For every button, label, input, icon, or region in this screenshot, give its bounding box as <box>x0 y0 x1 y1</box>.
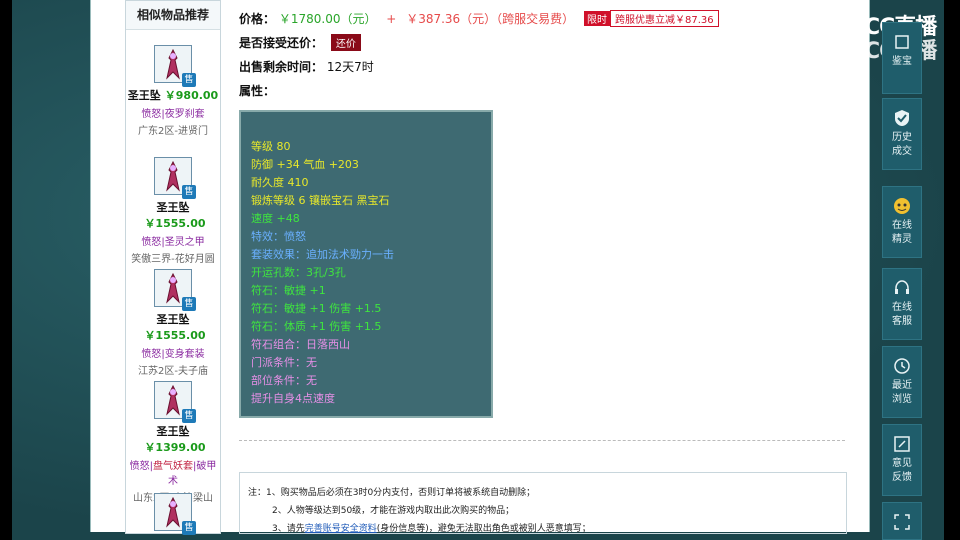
sidebar-title: 相似物品推荐 <box>126 1 220 30</box>
shield-icon <box>895 110 909 126</box>
sale-badge: 售 <box>182 409 196 423</box>
cc-logo-icon <box>811 20 862 63</box>
item-price: ￥1555.00 <box>144 329 206 342</box>
remaining-time-value: 12天7时 <box>326 60 374 74</box>
note-line: 3、请先完善账号安全资料(身份信息等)，避免无法取出角色或被别人恶意填写； <box>272 524 591 534</box>
letterbox-left <box>0 0 12 540</box>
limited-time-badge: 限时 <box>584 11 611 26</box>
purchase-notes: 注：1、购买物品后必须在3时0分内支付，否则订单将被系统自动删除； 2、人物等级… <box>239 472 847 534</box>
attr-line: 开运孔数：3孔/3孔 <box>251 266 346 279</box>
price-row: 价格： ￥1780.00（元） + ￥387.36（元）（跨服交易费） 限时 跨服… <box>239 10 719 27</box>
similar-item[interactable]: 售 <box>126 493 220 535</box>
pendant-icon[interactable]: 售 <box>154 381 196 423</box>
item-name: 圣王坠 <box>127 89 161 102</box>
similar-item[interactable]: 售 圣王坠￥1555.00 愤怒|变身套装 江苏2区-夫子庙 <box>126 269 220 377</box>
attr-line: 锻炼等级 6 镶嵌宝石 黑宝石 <box>251 194 390 207</box>
item-server: 江苏2区-夫子庙 <box>138 366 208 377</box>
item-tag: 盘气妖套 <box>153 461 193 472</box>
item-tag: 变身套装 <box>164 349 205 360</box>
attr-line: 套装效果：追加法术勁力一击 <box>251 248 394 261</box>
attr-line: 符石：敏捷 +1 <box>251 284 326 297</box>
item-tag: 愤怒 <box>141 237 162 248</box>
similar-item[interactable]: 售 圣王坠 ￥980.00 愤怒|夜罗刹套 广东2区-进贤门 <box>126 45 220 137</box>
similar-item[interactable]: 售 圣王坠￥1399.00 愤怒|盘气妖套|破甲术 山东2区-水泊梁山 <box>126 381 220 504</box>
appraise-icon <box>895 35 909 49</box>
clock-icon <box>894 358 910 374</box>
item-name: 圣王坠 <box>156 313 190 326</box>
trade-history-button[interactable]: 历史 成交 <box>882 98 922 170</box>
sprite-avatar-icon <box>894 198 910 214</box>
item-price: ￥980.00 <box>164 89 219 102</box>
attr-line: 防御 +34 气血 +203 <box>251 158 359 171</box>
attr-line: 符石组合：日落西山 <box>251 338 350 351</box>
item-tag: 圣灵之甲 <box>164 237 205 248</box>
remaining-time-row: 出售剩余时间： 12天7时 <box>239 58 374 75</box>
attr-line: 等级 80 <box>251 140 291 153</box>
similar-items-sidebar: 相似物品推荐 售 圣王坠 ￥980.00 愤怒|夜罗刹套 广东2区-进贤门 售 圣… <box>125 0 221 535</box>
item-tag: 愤怒 <box>129 461 150 472</box>
attributes-row: 属性： <box>239 82 275 99</box>
counter-offer-row: 是否接受还价： 还价 <box>239 34 361 51</box>
item-server: 广东2区-进贤门 <box>138 126 208 137</box>
pendant-icon[interactable]: 售 <box>154 493 196 535</box>
pendant-icon[interactable]: 售 <box>154 45 196 87</box>
sale-badge: 售 <box>182 185 196 199</box>
item-name: 圣王坠 <box>156 425 190 438</box>
attr-line: 提升自身4点速度 <box>251 392 335 405</box>
pendant-icon[interactable]: 售 <box>154 269 196 311</box>
recent-views-button[interactable]: 最近 浏览 <box>882 346 922 418</box>
sale-badge: 售 <box>182 521 196 535</box>
customer-service-button[interactable]: 在线 客服 <box>882 268 922 340</box>
note-line: 注：1、购买物品后必须在3时0分内支付，否则订单将被系统自动删除； <box>248 488 536 498</box>
item-tag: 愤怒 <box>141 349 162 360</box>
item-server: 笑傲三界-花好月圆 <box>131 254 215 265</box>
plus-sign: + <box>386 12 397 26</box>
headset-icon <box>895 280 909 294</box>
note-line: 2、人物等级达到50级，才能在游戏内取出此次购买的物品； <box>272 506 515 516</box>
price-label: 价格： <box>239 12 276 26</box>
security-info-link[interactable]: 完善账号安全资料 <box>305 524 377 534</box>
attributes-panel: 等级 80 防御 +34 气血 +203 耐久度 410 锻炼等级 6 镶嵌宝石… <box>239 110 493 418</box>
floating-tool-panel: 鉴宝 历史 成交 在线 精灵 在线 客服 最近 浏览 意见 反馈 <box>880 0 924 540</box>
trade-page: 相似物品推荐 售 圣王坠 ￥980.00 愤怒|夜罗刹套 广东2区-进贤门 售 圣… <box>90 0 870 535</box>
scan-icon <box>894 514 910 530</box>
attr-line: 符石：体质 +1 伤害 +1.5 <box>251 320 382 333</box>
similar-item[interactable]: 售 圣王坠￥1555.00 愤怒|圣灵之甲 笑傲三界-花好月圆 <box>126 157 220 265</box>
attr-line: 速度 +48 <box>251 212 300 225</box>
attr-line: 门派条件：无 <box>251 356 317 369</box>
item-price: ￥1399.00 <box>144 441 206 454</box>
edit-icon <box>894 436 910 452</box>
feedback-button[interactable]: 意见 反馈 <box>882 424 922 496</box>
online-sprite-button[interactable]: 在线 精灵 <box>882 186 922 258</box>
item-tag: 夜罗刹套 <box>164 109 205 120</box>
attr-line: 符石：敏捷 +1 伤害 +1.5 <box>251 302 382 315</box>
item-name: 圣王坠 <box>156 201 190 214</box>
price-main: ￥1780.00（元） <box>278 12 377 26</box>
cross-server-fee: ￥387.36（元）（跨服交易费） <box>406 12 575 26</box>
scan-button[interactable] <box>882 502 922 540</box>
attributes-label: 属性： <box>239 84 276 98</box>
counter-offer-button[interactable]: 还价 <box>330 34 361 51</box>
attr-line: 特效：愤怒 <box>251 230 306 243</box>
attr-line: 部位条件：无 <box>251 374 317 387</box>
sale-badge: 售 <box>182 73 196 87</box>
item-tag: 愤怒 <box>141 109 162 120</box>
letterbox-right <box>944 0 960 540</box>
divider <box>239 440 845 441</box>
remaining-time-label: 出售剩余时间： <box>239 60 324 74</box>
counter-offer-label: 是否接受还价： <box>239 36 324 50</box>
item-price: ￥1555.00 <box>144 217 206 230</box>
appraise-button[interactable]: 鉴宝 <box>882 22 922 94</box>
pendant-icon[interactable]: 售 <box>154 157 196 199</box>
attr-line: 耐久度 410 <box>251 176 309 189</box>
discount-badge: 跨服优惠立减￥87.36 <box>610 10 719 27</box>
sale-badge: 售 <box>182 297 196 311</box>
